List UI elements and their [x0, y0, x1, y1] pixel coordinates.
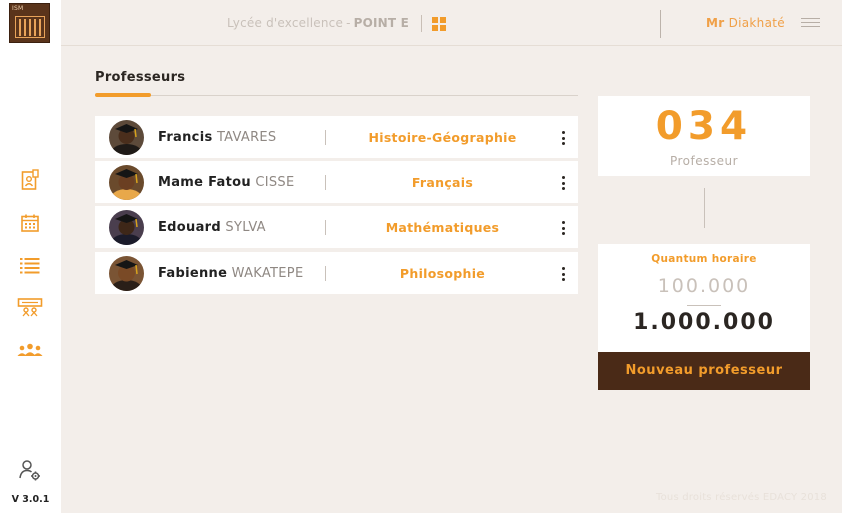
app-logo[interactable]: ISM	[9, 3, 50, 43]
sidebar-item-user-settings[interactable]	[17, 458, 43, 482]
professor-name: Edouard SYLVA	[158, 220, 266, 235]
quota-total: 1.000.000	[633, 310, 775, 335]
professor-row[interactable]: Mame Fatou CISSE Français	[95, 161, 578, 203]
panel-divider	[704, 188, 705, 228]
sidebar-item-profile-card[interactable]	[17, 168, 43, 192]
professor-row[interactable]: Edouard SYLVA Mathématiques	[95, 206, 578, 248]
users-icon	[17, 343, 43, 356]
sidebar-item-calendar[interactable]	[17, 211, 43, 235]
list-icon	[20, 258, 40, 274]
more-options-icon[interactable]	[560, 131, 566, 145]
quota-label: Quantum horaire	[651, 253, 757, 265]
sidebar: ISM V 3.0.1	[0, 0, 61, 513]
professor-row[interactable]: Francis TAVARES Histoire-Géographie	[95, 116, 578, 158]
professor-first-name: Francis	[158, 130, 213, 145]
professor-row[interactable]: Fabienne WAKATEPE Philosophie	[95, 252, 578, 294]
more-options-icon[interactable]	[560, 176, 566, 190]
sidebar-item-list[interactable]	[17, 253, 43, 277]
title-divider	[95, 95, 578, 96]
header-divider	[660, 10, 661, 38]
professor-subject: Histoire-Géographie	[368, 130, 517, 145]
quota-used: 100.000	[657, 275, 751, 297]
user-name[interactable]: Mr Diakhaté	[706, 16, 785, 30]
avatar	[109, 256, 144, 291]
footer-copyright: Tous droits réservés EDACY 2018	[656, 492, 827, 503]
more-options-icon[interactable]	[560, 221, 566, 235]
professor-last-name: SYLVA	[225, 220, 266, 235]
logo-text: ISM	[12, 5, 24, 12]
school-site: POINT E	[353, 16, 410, 30]
professor-count: 034	[655, 104, 753, 149]
professor-subject: Français	[411, 175, 474, 190]
profile-card-icon	[21, 169, 39, 190]
hour-quota-card: Quantum horaire 100.000 1.000.000	[598, 244, 810, 352]
classroom-icon	[17, 298, 43, 317]
professor-first-name: Mame Fatou	[158, 175, 251, 190]
apps-grid-icon[interactable]	[432, 17, 446, 31]
more-options-icon[interactable]	[560, 267, 566, 281]
calendar-icon	[21, 214, 39, 232]
professor-count-card: 034 Professeur	[598, 96, 810, 176]
professor-last-name: WAKATEPE	[231, 266, 304, 281]
school-info: Lycée d'excellence - POINT E	[227, 16, 409, 30]
user-settings-icon	[19, 460, 40, 481]
user-title: Mr	[706, 16, 725, 30]
page-title: Professeurs	[95, 70, 186, 85]
professor-last-name: TAVARES	[216, 130, 277, 145]
professor-name: Mame Fatou CISSE	[158, 175, 294, 190]
avatar	[109, 210, 144, 245]
professor-name: Fabienne WAKATEPE	[158, 266, 303, 281]
title-accent-bar	[95, 93, 151, 97]
top-header: Lycée d'excellence - POINT E Mr Diakhaté	[61, 0, 842, 46]
user-lastname: Diakhaté	[728, 16, 785, 30]
school-name: Lycée d'excellence	[227, 16, 344, 30]
professor-last-name: CISSE	[255, 175, 295, 190]
logo-grid-icon	[15, 16, 45, 38]
professor-subject: Mathématiques	[385, 220, 500, 235]
school-separator: -	[346, 16, 351, 30]
professor-first-name: Edouard	[158, 220, 221, 235]
sidebar-item-users[interactable]	[17, 338, 43, 362]
hamburger-menu-icon[interactable]	[801, 18, 820, 27]
professor-first-name: Fabienne	[158, 266, 228, 281]
professor-name: Francis TAVARES	[158, 130, 276, 145]
professor-count-label: Professeur	[669, 154, 739, 168]
sidebar-item-classroom[interactable]	[17, 295, 43, 319]
professor-subject: Philosophie	[399, 266, 486, 281]
header-divider	[421, 15, 422, 32]
avatar	[109, 120, 144, 155]
quota-divider	[687, 305, 721, 306]
avatar	[109, 165, 144, 200]
app-version: V 3.0.1	[11, 494, 50, 505]
new-professor-button[interactable]: Nouveau professeur	[598, 352, 810, 390]
